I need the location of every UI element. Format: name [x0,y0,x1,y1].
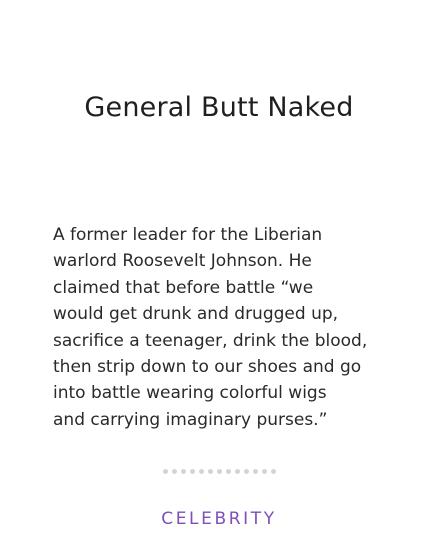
dotted-divider [0,469,438,474]
divider-dot [198,469,204,474]
divider-dot [252,469,258,474]
divider-dot [171,469,177,474]
divider-dot [225,469,231,474]
divider-dot [261,469,267,474]
description-line: A former leader for the Liberian [53,225,323,245]
card-title: General Butt Naked [84,92,354,123]
description-line: then strip down to our shoes and go [53,357,362,378]
description-line: claimed that before battle “we [53,277,314,298]
divider-dot [243,469,249,474]
divider-dot [189,469,195,474]
description-line: sacrifice a teenager, drink the blood, [53,330,368,351]
description-line: into battle wearing colorful wigs [53,383,327,404]
divider-dot [180,469,186,474]
divider-dot [234,469,240,474]
divider-dot [162,469,168,474]
card-description: A former leader for the Liberian warlord… [53,222,413,433]
category-label: CELEBRITY [161,509,277,529]
content-card: General Butt Naked A former leader for t… [0,0,438,557]
description-line: and carrying imaginary purses.” [53,409,328,430]
divider-dot [270,469,276,474]
description-line: would get drunk and drugged up, [53,304,339,325]
description-line: warlord Roosevelt Johnson. He [53,251,312,272]
divider-dot [207,469,213,474]
divider-dot [216,469,222,474]
